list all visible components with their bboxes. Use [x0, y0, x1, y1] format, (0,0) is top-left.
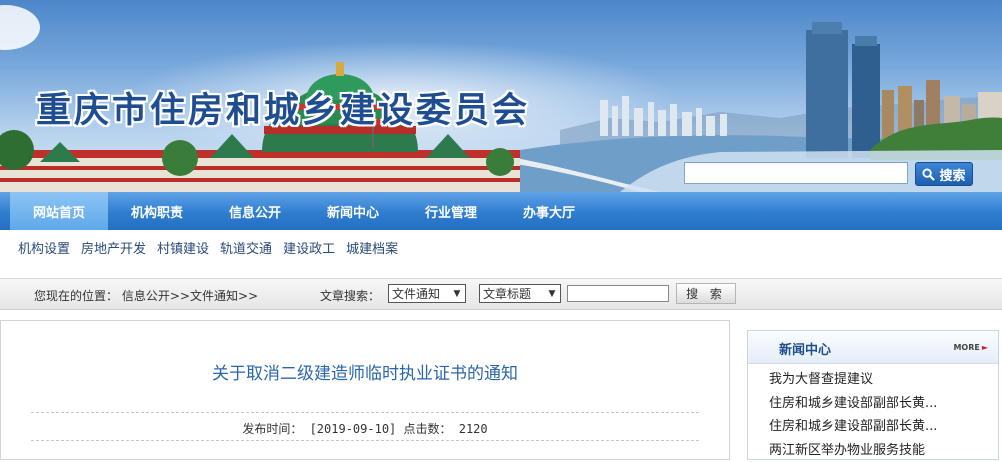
- field-select-value: 文章标题: [483, 285, 531, 302]
- select-arrow-icon: ▼: [545, 286, 559, 301]
- category-select[interactable]: 文件通知 ▼: [388, 284, 466, 303]
- search-icon: [922, 168, 935, 181]
- news-list: 我为大督查提建议 住房和城乡建设部副部长黄... 住房和城乡建设部副部长黄...…: [769, 368, 937, 462]
- article-search-button[interactable]: 搜 索: [676, 283, 736, 304]
- breadcrumb-prefix: 您现在的位置：: [34, 289, 118, 303]
- article-keyword-input[interactable]: [567, 285, 669, 302]
- breadcrumb-link-file-notice[interactable]: 文件通知: [190, 289, 238, 303]
- main-nav: 网站首页 机构职责 信息公开 新闻中心 行业管理 办事大厅: [0, 192, 1002, 230]
- news-list-item[interactable]: 住房和城乡建设部副部长黄...: [769, 392, 937, 416]
- sub-nav-item-real-estate[interactable]: 房地产开发: [81, 238, 146, 257]
- nav-item-service-hall[interactable]: 办事大厅: [500, 192, 598, 230]
- nav-item-institution[interactable]: 机构职责: [108, 192, 206, 230]
- select-arrow-icon: ▼: [450, 286, 464, 301]
- news-list-item[interactable]: 住房和城乡建设部副部长黄...: [769, 415, 937, 439]
- article-search-label: 文章搜索：: [320, 287, 380, 304]
- article-panel: 关于取消二级建造师临时执业证书的通知 发布时间： [2019-09-10] 点击…: [0, 320, 730, 460]
- header-search-button-label: 搜索: [939, 165, 965, 184]
- news-panel-title: 新闻中心: [779, 339, 831, 358]
- sub-nav-item-town-construction[interactable]: 村镇建设: [157, 238, 209, 257]
- sub-nav-item-political-work[interactable]: 建设政工: [283, 238, 335, 257]
- nav-item-industry-management[interactable]: 行业管理: [402, 192, 500, 230]
- sub-nav: 机构设置 房地产开发 村镇建设 轨道交通 建设政工 城建档案: [0, 230, 1002, 264]
- breadcrumb-link-info-disclosure[interactable]: 信息公开: [122, 289, 170, 303]
- divider: [31, 440, 699, 441]
- news-center-panel: 新闻中心 MORE ► 我为大督查提建议 住房和城乡建设部副部长黄... 住房和…: [747, 330, 999, 460]
- article-title: 关于取消二级建造师临时执业证书的通知: [1, 359, 729, 384]
- category-select-value: 文件通知: [392, 285, 440, 302]
- more-label: MORE: [953, 343, 979, 352]
- field-select[interactable]: 文章标题 ▼: [479, 284, 561, 303]
- news-panel-header: 新闻中心 MORE ►: [748, 331, 998, 364]
- sub-nav-item-organization[interactable]: 机构设置: [18, 238, 70, 257]
- header-search-input[interactable]: [684, 162, 908, 184]
- more-link[interactable]: MORE ►: [953, 343, 988, 352]
- nav-item-info-disclosure[interactable]: 信息公开: [206, 192, 304, 230]
- news-list-item[interactable]: 我为大督查提建议: [769, 368, 937, 392]
- nav-item-news-center[interactable]: 新闻中心: [304, 192, 402, 230]
- site-title: 重庆市住房和城乡建设委员会: [36, 82, 530, 133]
- breadcrumb-separator: >>: [170, 289, 190, 303]
- breadcrumb: 您现在的位置： 信息公开>>文件通知>>: [34, 287, 258, 304]
- location-bar: 您现在的位置： 信息公开>>文件通知>> 文章搜索： 文件通知 ▼ 文章标题 ▼…: [0, 278, 1002, 310]
- article-meta: 发布时间： [2019-09-10] 点击数： 2120: [1, 420, 729, 437]
- more-arrow-icon: ►: [982, 343, 988, 352]
- breadcrumb-separator: >>: [238, 289, 258, 303]
- nav-item-home[interactable]: 网站首页: [10, 192, 108, 230]
- divider: [31, 412, 699, 413]
- news-list-item[interactable]: 两江新区举办物业服务技能: [769, 439, 937, 462]
- header-search-button[interactable]: 搜索: [915, 162, 973, 186]
- sub-nav-item-urban-archives[interactable]: 城建档案: [346, 238, 398, 257]
- sub-nav-item-rail-transit[interactable]: 轨道交通: [220, 238, 272, 257]
